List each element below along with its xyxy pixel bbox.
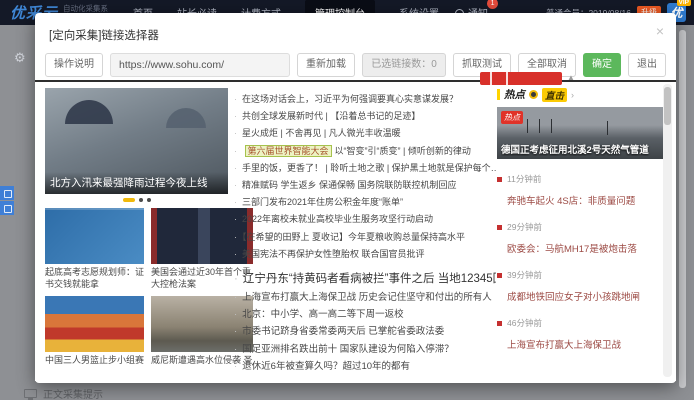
thumbnail-grid: 起底高考志愿规划师：证书交钱就能拿 美国会通过近30年首个重大控枪法案 中国三人… (45, 208, 228, 367)
hot-item-text[interactable]: 上海宣布打赢大上海保卫战 (507, 337, 663, 351)
close-icon[interactable]: × (656, 23, 664, 39)
thumb-caption[interactable]: 起底高考志愿规划师：证书交钱就能拿 (45, 267, 144, 290)
headline-link[interactable]: 星火成炬 | 不舍再见 | 凡人微光丰收温暖 (234, 125, 496, 142)
hot-lead-image[interactable]: 热点 德国正考虑征用北溪2号天然气管道 (497, 107, 663, 159)
headline-link-major[interactable]: 辽宁丹东“持黄码者看病被拦”事件之后 当地12345回应 (234, 269, 496, 289)
headline-link[interactable]: 三部门发布2021年住房公积金年度“账单” (234, 194, 496, 211)
embedded-webpage: 北方入汛来最强降雨过程今夜上线 起底高考志愿规划师：证书交钱就能拿 美国会通过近… (35, 82, 676, 381)
thumb-image[interactable] (45, 296, 144, 352)
carousel-caption[interactable]: 北方入汛来最强降雨过程今夜上线 (45, 172, 228, 194)
selected-link-highlight[interactable]: 第六届世界智能大会 (245, 145, 332, 157)
hot-section-header[interactable]: 热点 直击 › (497, 87, 663, 102)
floating-widget-item[interactable] (0, 201, 14, 215)
carousel-image[interactable]: 北方入汛来最强降雨过程今夜上线 (45, 88, 228, 194)
headline-link-selected[interactable]: 第六届世界智能大会以“智变”引“质变” | 倾听创新的律动 (234, 143, 496, 160)
hot-title: 热点 (504, 87, 525, 102)
section-marker (497, 89, 500, 100)
thumb-cell: 中国三人男篮止步小组赛 (45, 296, 144, 367)
headline-link[interactable]: 在这场对话会上，习近平为何强调要真心实意谋发展？ (234, 91, 496, 108)
link-selector-dialog: [定向采集]链接选择器 × 操作说明 https://www.sohu.com/… (35, 13, 676, 383)
hot-list-item[interactable]: 11分钟前 奔驰车起火 4S店：非质量问题 (497, 173, 663, 207)
headline-link[interactable]: 退休近6年被查算久吗？超过10年的都有 (234, 358, 496, 375)
thumb-image[interactable] (45, 208, 144, 264)
help-button[interactable]: 操作说明 (45, 53, 103, 77)
monitor-icon (24, 389, 37, 398)
hot-news-column: 热点 直击 › 热点 德国正考虑征用北溪2号天然气管道 11分钟前 奔驰车起火 … (497, 82, 663, 351)
headline-rest: 以“智变”引“质变” | 倾听创新的律动 (335, 146, 471, 156)
vip-badge: VIP (677, 0, 691, 6)
collapse-caret-icon[interactable]: ▲ (567, 73, 575, 82)
url-input[interactable]: https://www.sohu.com/ (110, 53, 290, 77)
confirm-button[interactable]: 确定 (583, 53, 621, 77)
headline-link[interactable]: 美国宪法不再保护女性堕胎权 联合国官员批评 (234, 246, 496, 263)
hot-item-text[interactable]: 奔驰车起火 4S店：非质量问题 (507, 193, 663, 207)
carousel-dot[interactable] (139, 198, 143, 202)
chevron-right-icon: › (571, 90, 574, 100)
hot-item-text[interactable]: 欧委会：马航MH17是被炮击落 (507, 241, 663, 255)
content-scrollbar[interactable] (663, 84, 672, 377)
hot-item-text[interactable]: 成都地铁回应女子对小孩跳地闸 (507, 289, 663, 303)
hot-item-time: 11分钟前 (497, 173, 663, 185)
bullet-icon (497, 177, 502, 182)
hot-list-item[interactable]: 39分钟前 成都地铁回应女子对小孩跳地闸 (497, 269, 663, 303)
notice-count-badge: 1 (487, 0, 498, 9)
hot-lead-caption[interactable]: 德国正考虑征用北溪2号天然气管道 (501, 142, 661, 156)
headline-link[interactable]: 2022年离校未就业高校毕业生服务攻坚行动启动 (234, 211, 496, 228)
bullet-icon (497, 273, 502, 278)
window-scrollbar[interactable] (679, 30, 686, 388)
thumb-caption[interactable]: 中国三人男篮止步小组赛 (45, 355, 144, 367)
gear-icon[interactable]: ⚙ (14, 50, 26, 66)
footer-hint-label: 正文采集提示 (43, 386, 103, 400)
headline-link[interactable]: 精准赋码 学生返乡 保通保畅 国务院联防联控机制回应 (234, 177, 496, 194)
bullet-icon (497, 225, 502, 230)
headline-link[interactable]: 上海宣布打赢大上海保卫战 历史会记住坚守和付出的所有人 (234, 289, 496, 306)
floating-widget-item[interactable] (0, 186, 14, 200)
hot-item-time: 46分钟前 (497, 317, 663, 329)
carousel-dot[interactable] (147, 198, 151, 202)
hot-list-item[interactable]: 46分钟前 上海宣布打赢大上海保卫战 (497, 317, 663, 351)
hot-list-item[interactable]: 29分钟前 欧委会：马航MH17是被炮击落 (497, 221, 663, 255)
headline-link[interactable]: 北京：中小学、高一高二等下周一返校 (234, 306, 496, 323)
headline-link[interactable]: 【在希望的田野上 夏收记】今年夏粮收购总量保持高水平 (234, 229, 496, 246)
target-icon (529, 90, 538, 99)
hot-badge: 热点 (501, 111, 523, 124)
headline-link[interactable]: 国足亚洲排名跌出前十 国家队建设为何陷入停滞？ (234, 341, 496, 358)
thumb-cell: 起底高考志愿规划师：证书交钱就能拿 (45, 208, 144, 290)
dialog-title: [定向采集]链接选择器 (49, 27, 159, 43)
hot-title-tag: 直击 (542, 88, 567, 102)
promo-banner[interactable] (480, 72, 562, 85)
headline-column: 在这场对话会上，习近平为何强调要真心实意谋发展？ 共创全球发展新时代 | 【沿着… (234, 82, 496, 375)
headline-link[interactable]: 市委书记跻身省委常委两天后 已掌舵省委政法委 (234, 323, 496, 340)
hot-item-time: 39分钟前 (497, 269, 663, 281)
image-column: 北方入汛来最强降雨过程今夜上线 起底高考志愿规划师：证书交钱就能拿 美国会通过近… (45, 88, 228, 367)
scrollbar-thumb[interactable] (664, 87, 671, 125)
footer-hint: 正文采集提示 (24, 386, 103, 400)
reload-button[interactable]: 重新加载 (297, 53, 355, 77)
carousel-dots (45, 197, 228, 203)
exit-button[interactable]: 退出 (628, 53, 666, 77)
headline-link[interactable]: 共创全球发展新时代 | 【沿着总书记的足迹】 (234, 108, 496, 125)
bullet-icon (497, 321, 502, 326)
floating-widget[interactable] (0, 186, 14, 216)
headline-link[interactable]: 手里的饭，更香了！ | 聆听土地之歌 | 保护黑土地就是保护每个… (234, 160, 496, 177)
hot-item-time: 29分钟前 (497, 221, 663, 233)
selected-links-count: 已选链接数：0 (362, 53, 446, 77)
carousel-dot-active[interactable] (123, 198, 135, 202)
